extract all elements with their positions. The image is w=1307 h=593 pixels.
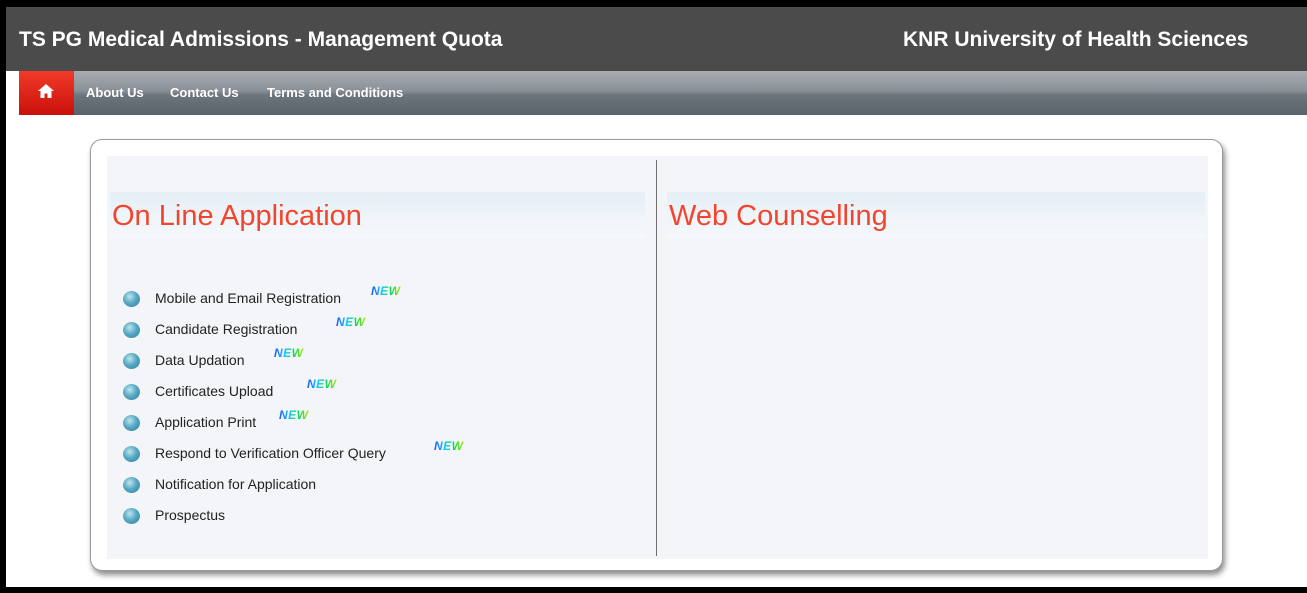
new-badge: NEW	[336, 315, 366, 329]
prospectus-link[interactable]: Prospectus	[155, 507, 225, 523]
bullet-icon	[123, 322, 140, 338]
nav-link-about-us[interactable]: About Us	[86, 85, 144, 100]
home-icon	[38, 84, 54, 98]
university-name: KNR University of Health Sciences	[903, 28, 1249, 51]
nav-link-terms-and-conditions[interactable]: Terms and Conditions	[267, 85, 403, 100]
candidate-registration-link[interactable]: Candidate Registration	[155, 321, 297, 337]
web-counselling-heading: Web Counselling	[669, 200, 888, 232]
column-divider	[656, 160, 657, 556]
nav-link-contact-us[interactable]: Contact Us	[170, 85, 239, 100]
bullet-icon	[123, 384, 140, 400]
respond-to-verification-query-link[interactable]: Respond to Verification Officer Query	[155, 445, 386, 461]
application-print-link[interactable]: Application Print	[155, 414, 256, 430]
new-badge: NEW	[274, 346, 304, 360]
content-inner: On Line Application Mobile and Email Reg…	[107, 156, 1208, 559]
mobile-email-registration-link[interactable]: Mobile and Email Registration	[155, 290, 341, 306]
page: TS PG Medical Admissions - Management Qu…	[6, 7, 1307, 587]
bullet-icon	[123, 446, 140, 462]
new-badge: NEW	[307, 377, 337, 391]
new-badge: NEW	[279, 408, 309, 422]
bullet-icon	[123, 508, 140, 524]
certificates-upload-link[interactable]: Certificates Upload	[155, 383, 273, 399]
online-application-heading: On Line Application	[112, 200, 362, 232]
content-panel: On Line Application Mobile and Email Reg…	[90, 139, 1223, 571]
bullet-icon	[123, 291, 140, 307]
page-title: TS PG Medical Admissions - Management Qu…	[19, 28, 503, 51]
new-badge: NEW	[434, 439, 464, 453]
data-updation-link[interactable]: Data Updation	[155, 352, 245, 368]
notification-for-application-link[interactable]: Notification for Application	[155, 476, 316, 492]
web-counselling-header: Web Counselling	[667, 192, 1205, 238]
home-button[interactable]	[19, 71, 74, 115]
bullet-icon	[123, 415, 140, 431]
nav-bar: About Us Contact Us Terms and Conditions	[19, 71, 1307, 115]
title-bar: TS PG Medical Admissions - Management Qu…	[6, 7, 1307, 71]
bullet-icon	[123, 353, 140, 369]
new-badge: NEW	[371, 284, 401, 298]
online-application-header: On Line Application	[110, 192, 645, 238]
bullet-icon	[123, 477, 140, 493]
